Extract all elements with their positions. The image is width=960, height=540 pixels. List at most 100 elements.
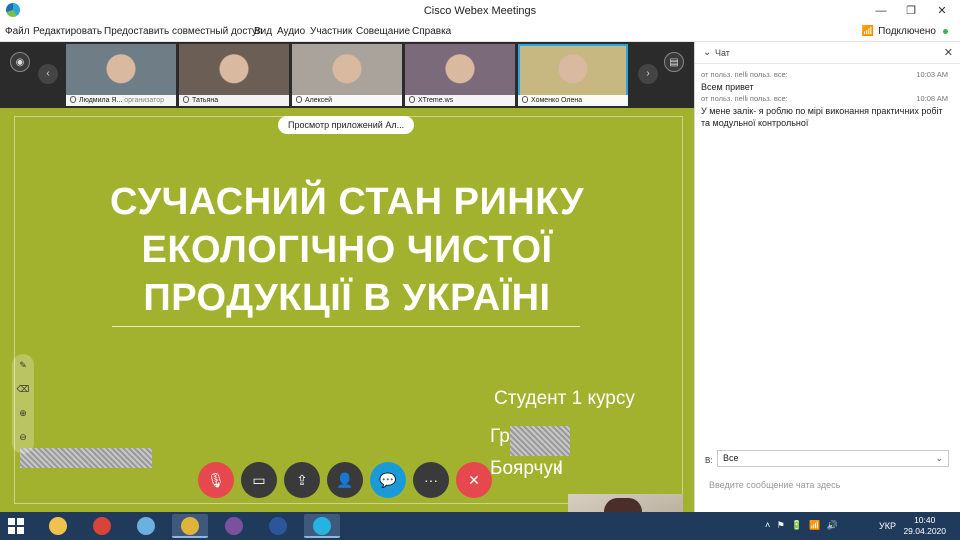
layout-grid-icon[interactable]: ▤ (664, 52, 684, 72)
chat-icon: 💬 (379, 472, 397, 488)
word-icon (269, 517, 287, 535)
chevron-down-icon[interactable]: ⌄ (703, 47, 711, 58)
participant-namebar: Хоменко Олена (518, 95, 628, 106)
zoom-in-icon[interactable]: ⊕ (12, 408, 34, 419)
menu-audio[interactable]: Аудио (277, 26, 305, 37)
share-icon: ⇪ (296, 472, 308, 488)
participant-tile[interactable]: Татьяна (179, 44, 289, 106)
chat-input[interactable]: Введите сообщение чата здесь (709, 480, 840, 490)
language-indicator[interactable]: УКР (879, 521, 896, 531)
maximize-button[interactable]: ❐ (897, 2, 925, 20)
strip-next-button[interactable]: › (638, 64, 658, 84)
mute-button[interactable]: 🎙 (198, 462, 234, 498)
share-button[interactable]: ⇪ (284, 462, 320, 498)
taskbar-app[interactable] (304, 514, 340, 538)
clock-date: 29.04.2020 (903, 526, 946, 536)
taskbar-app[interactable] (172, 514, 208, 538)
menu-participant[interactable]: Участник (310, 26, 352, 37)
slide-title-line: СУЧАСНИЙ СТАН РИНКУ (110, 181, 584, 223)
message-meta: от польз. nelli польз. все: (701, 94, 788, 103)
menu-view[interactable]: Вид (254, 26, 272, 37)
recipient-value: Все (723, 453, 739, 463)
menu-meeting[interactable]: Совещание (356, 26, 410, 37)
eraser-icon[interactable]: ⌫ (12, 384, 34, 395)
participant-namebar: Алексей (292, 95, 402, 106)
menu-bar: Файл Редактировать Предоставить совместн… (0, 22, 960, 42)
chat-button[interactable]: 💬 (370, 462, 406, 498)
menu-edit[interactable]: Редактировать (33, 26, 102, 37)
leave-button[interactable]: ✕ (456, 462, 492, 498)
headphones-app-icon (93, 517, 111, 535)
participant-namebar: Людмила Я... организатор (66, 95, 176, 106)
zoom-out-icon[interactable]: ⊖ (12, 432, 34, 443)
slide-title-line: ЕКОЛОГІЧНО ЧИСТОЇ (141, 229, 553, 271)
message-text: У мене залік- я роблю по мірі виконання … (701, 106, 943, 128)
chrome-icon (181, 517, 199, 535)
more-button[interactable]: ··· (413, 462, 449, 498)
chat-title: Чат (715, 48, 730, 58)
meeting-stage: ◉ ‹ › ▤ Людмила Я... организатор Татьяна… (0, 42, 694, 540)
slide-title-line: ПРОДУКЦІЇ В УКРАЇНІ (143, 277, 551, 319)
participants-button[interactable]: 👤 (327, 462, 363, 498)
file-explorer-icon (49, 517, 67, 535)
participant-tile[interactable]: Алексей (292, 44, 402, 106)
strip-prev-button[interactable]: ‹ (38, 64, 58, 84)
pointer-icon[interactable]: ✎ (12, 360, 34, 371)
windows-start-icon[interactable] (8, 518, 24, 534)
menu-help[interactable]: Справка (412, 26, 451, 37)
slide-name-line: Боярчук (490, 458, 562, 479)
chevron-down-icon: ⌄ (935, 453, 943, 463)
taskbar-app[interactable] (216, 514, 252, 538)
sharing-indicator[interactable]: Просмотр приложений Ал... (278, 116, 415, 134)
shared-content: Просмотр приложений Ал... СУЧАСНИЙ СТАН … (0, 108, 694, 540)
close-window-button[interactable]: ✕ (928, 2, 956, 20)
taskbar-app[interactable] (40, 514, 76, 538)
participant-tile[interactable]: XTreme.ws (405, 44, 515, 106)
slide-group-line: Гр (490, 426, 510, 447)
message-text: Всем привет (701, 82, 754, 92)
connected-dot-icon (943, 29, 948, 34)
more-icon: ··· (424, 472, 438, 488)
title-bar: Cisco Webex Meetings — ❐ ✕ (0, 0, 960, 22)
redaction-box (510, 426, 570, 456)
minimize-button[interactable]: — (867, 2, 895, 20)
layout-toggle-icon[interactable]: ◉ (10, 52, 30, 72)
clock-time: 10:40 (914, 515, 936, 525)
connection-status: 📶 Подключено (862, 26, 948, 37)
video-button[interactable]: ▭ (241, 462, 277, 498)
menu-file[interactable]: Файл (5, 26, 30, 37)
mic-icon (183, 96, 189, 103)
recipient-label: В: (705, 456, 713, 465)
taskbar-app[interactable] (128, 514, 164, 538)
taskbar-app[interactable] (84, 514, 120, 538)
taskbar-app[interactable] (260, 514, 296, 538)
participant-name: Людмила Я... (79, 97, 123, 104)
redaction-box (20, 448, 152, 468)
paint-icon (137, 517, 155, 535)
message-time: 10:08 AM (916, 94, 948, 103)
recipient-select[interactable]: Все ⌄ (717, 450, 949, 467)
clock[interactable]: 10:40 29.04.2020 (903, 515, 946, 537)
participant-tile[interactable]: Людмила Я... организатор (66, 44, 176, 106)
slide-divider (112, 326, 580, 327)
close-chat-icon[interactable]: ✕ (944, 46, 953, 59)
participants-icon: 👤 (336, 472, 354, 488)
system-tray-icons[interactable]: ˄ ⚑ 🔋 📶 🔊 (765, 520, 840, 531)
taskbar: ˄ ⚑ 🔋 📶 🔊 УКР 10:40 29.04.2020 (0, 512, 960, 540)
webex-window: Cisco Webex Meetings — ❐ ✕ Файл Редактир… (0, 0, 960, 540)
slide-name-tail: І (558, 458, 564, 479)
slide-title: СУЧАСНИЙ СТАН РИНКУ ЕКОЛОГІЧНО ЧИСТОЇ ПР… (60, 178, 634, 322)
participant-tile-active[interactable]: Хоменко Олена (518, 44, 628, 106)
viber-icon (225, 517, 243, 535)
webex-icon (313, 517, 331, 535)
window-title: Cisco Webex Meetings (423, 5, 537, 17)
participant-strip: ◉ ‹ › ▤ Людмила Я... организатор Татьяна… (0, 42, 694, 108)
close-icon: ✕ (468, 472, 480, 488)
mic-icon (296, 96, 302, 103)
signal-icon: 📶 (861, 26, 875, 37)
participant-namebar: XTreme.ws (405, 95, 515, 106)
annotation-toolbar: ✎ ⌫ ⊕ ⊖ (12, 354, 34, 454)
participant-role: организатор (124, 97, 164, 104)
connection-label: Подключено (878, 26, 936, 37)
menu-share[interactable]: Предоставить совместный доступ (104, 26, 262, 37)
